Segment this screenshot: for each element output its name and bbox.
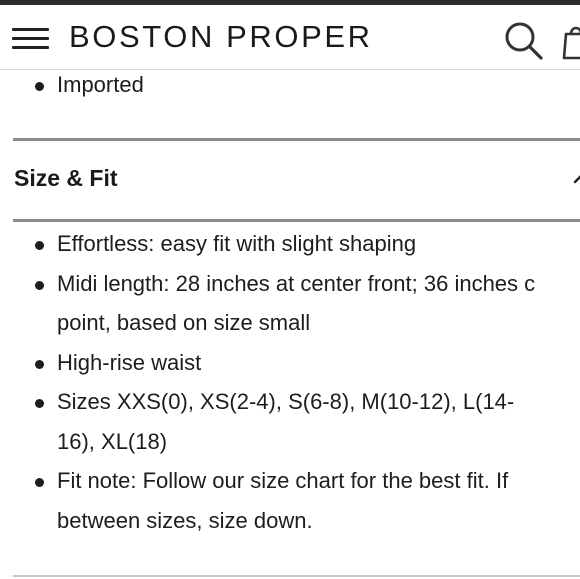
list-item-text: point, based on size small [57, 310, 311, 335]
brand-logo[interactable]: BOSTON PROPER [69, 17, 373, 57]
list-item-text: between sizes, size down. [57, 507, 313, 533]
size-fit-list: Effortless: easy fit with slight shaping… [0, 224, 580, 540]
list-item: High-rise waist [0, 343, 580, 383]
section-divider [13, 219, 580, 222]
list-item: Imported [0, 65, 580, 105]
details-list: Imported [0, 65, 580, 105]
list-item: Effortless: easy fit with slight shaping [0, 224, 580, 264]
section-divider [13, 575, 580, 577]
chevron-up-icon [573, 175, 580, 184]
size-fit-accordion-header[interactable]: Size & Fit [13, 141, 580, 219]
list-item-text: 16), XL(18) [57, 428, 168, 454]
list-item-text: Sizes XXS(0), XS(2-4), S(6-8), M(10-12),… [57, 389, 515, 414]
hamburger-menu-icon[interactable] [12, 25, 50, 53]
section-title: Size & Fit [14, 165, 118, 191]
list-item-text: High-rise waist [57, 349, 202, 375]
list-item: Midi length: 28 inches at center front; … [0, 264, 580, 343]
list-item: Sizes XXS(0), XS(2-4), S(6-8), M(10-12),… [0, 382, 580, 461]
list-item: Fit note: Follow our size chart for the … [0, 461, 580, 540]
menu-line [12, 46, 49, 49]
shopping-bag-icon[interactable] [562, 20, 580, 60]
menu-line [12, 37, 49, 40]
list-item-text: Midi length: 28 inches at center front; … [57, 270, 536, 296]
search-icon[interactable] [502, 20, 544, 60]
site-header: BOSTON PROPER [0, 5, 580, 70]
list-item-text: Effortless: easy fit with slight shaping [57, 231, 417, 256]
list-item-text: Fit note: Follow our size chart for the … [57, 468, 509, 493]
menu-line [12, 28, 49, 31]
